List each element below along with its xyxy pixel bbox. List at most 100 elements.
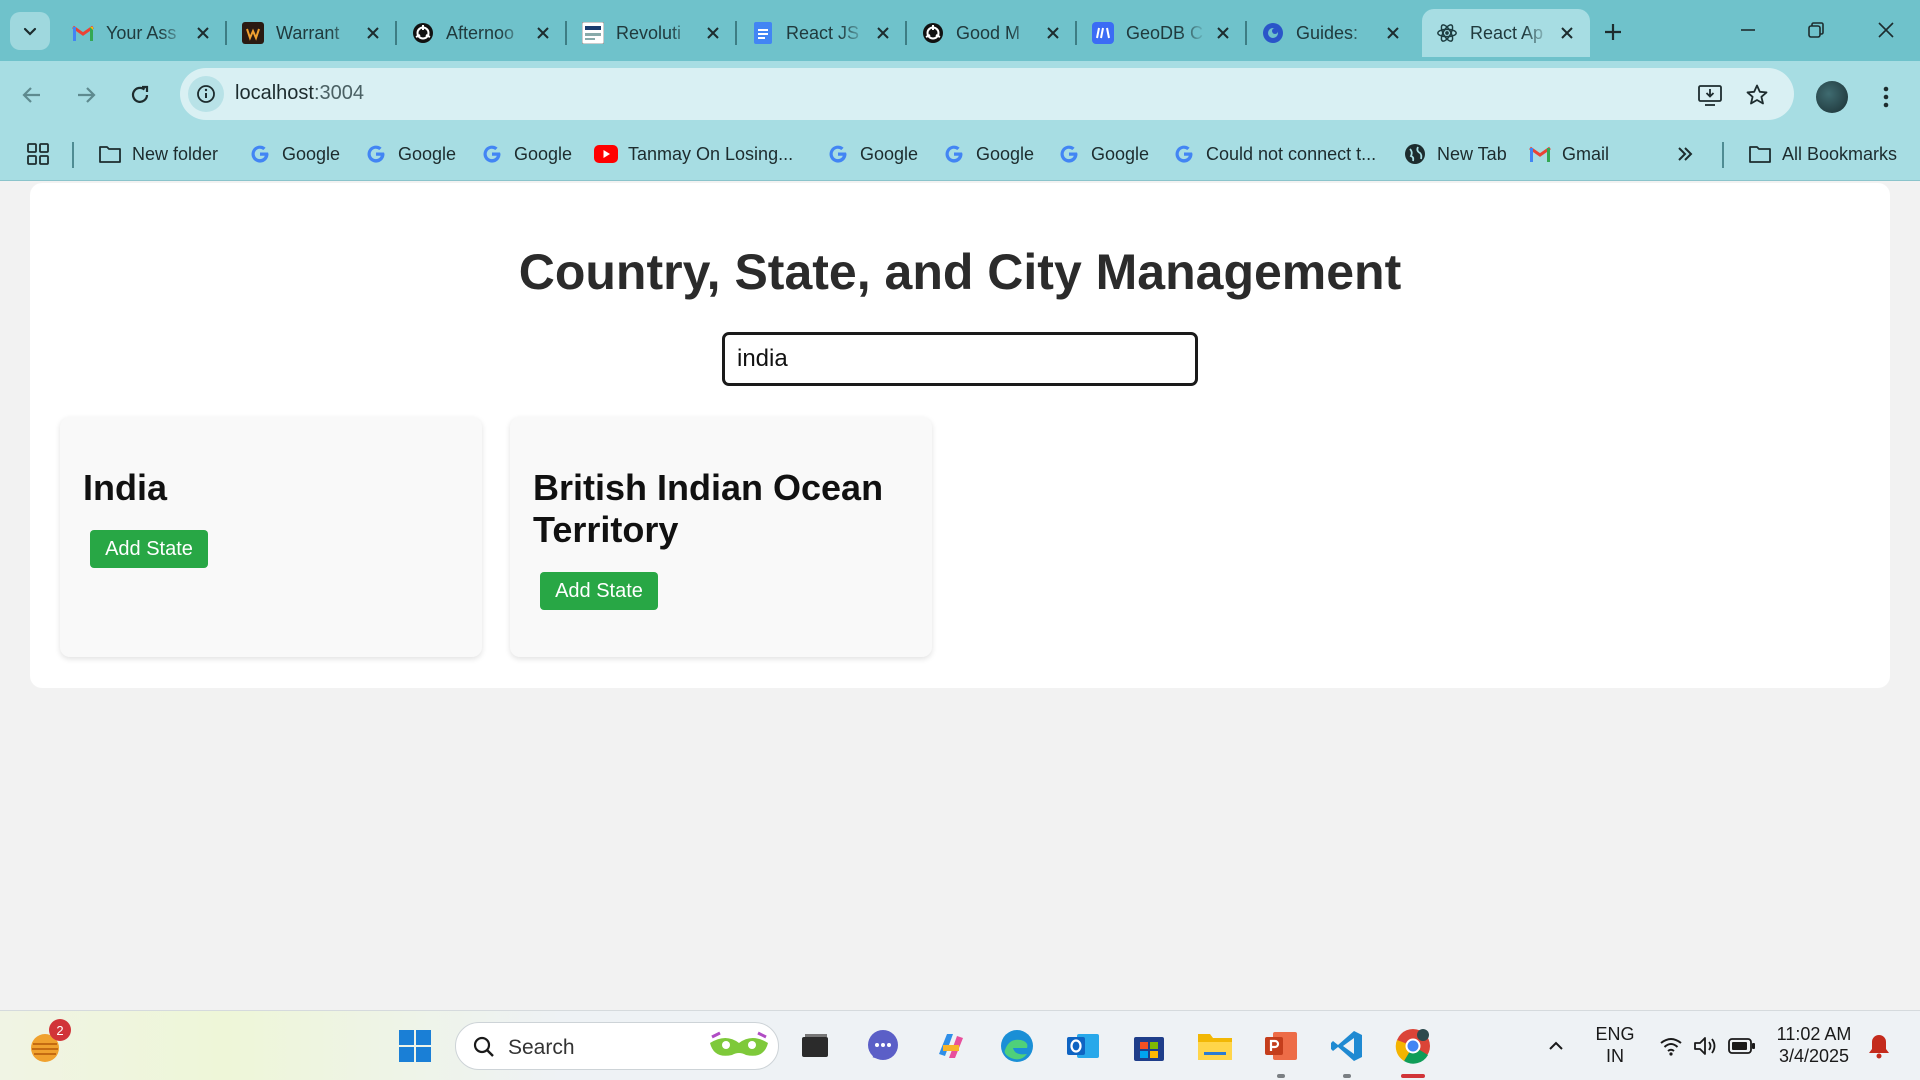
language-indicator[interactable]: ENG IN bbox=[1590, 1023, 1640, 1067]
minimize-button[interactable] bbox=[1720, 10, 1776, 50]
add-state-button[interactable]: Add State bbox=[90, 530, 208, 568]
bookmark-new-tab[interactable]: New Tab bbox=[1403, 137, 1507, 171]
start-button[interactable] bbox=[394, 1025, 436, 1067]
tab-revolution[interactable]: Revoluti bbox=[568, 9, 737, 57]
browser-menu-button[interactable] bbox=[1872, 79, 1900, 115]
google-icon bbox=[942, 142, 966, 166]
gmail-icon bbox=[1528, 142, 1552, 166]
url-text[interactable]: localhost:3004 bbox=[235, 82, 364, 105]
close-icon[interactable] bbox=[362, 22, 384, 44]
close-icon[interactable] bbox=[1212, 22, 1234, 44]
close-icon[interactable] bbox=[532, 22, 554, 44]
more-vertical-icon bbox=[1883, 86, 1889, 108]
all-bookmarks-button[interactable]: All Bookmarks bbox=[1748, 137, 1897, 171]
back-button[interactable] bbox=[14, 77, 50, 113]
apps-button[interactable] bbox=[26, 137, 50, 171]
store-button[interactable] bbox=[1128, 1025, 1170, 1067]
bookmark-google[interactable]: Google bbox=[1057, 137, 1149, 171]
show-hidden-icons-button[interactable] bbox=[1535, 1025, 1577, 1067]
forward-button[interactable] bbox=[68, 77, 104, 113]
tab-warranty[interactable]: Warrant bbox=[228, 9, 397, 57]
tab-separator bbox=[1245, 21, 1247, 45]
tab-your-ass[interactable]: Your Ass bbox=[58, 9, 227, 57]
folder-icon bbox=[1198, 1034, 1232, 1060]
bookmark-new-folder[interactable]: New folder bbox=[98, 137, 218, 171]
chrome-icon bbox=[1395, 1029, 1430, 1064]
warranty-icon bbox=[242, 22, 264, 44]
tab-good-morning[interactable]: Good M bbox=[908, 9, 1077, 57]
powerpoint-icon bbox=[1265, 1032, 1297, 1060]
reload-button[interactable] bbox=[122, 77, 158, 113]
star-icon bbox=[1746, 84, 1768, 105]
vscode-button[interactable] bbox=[1326, 1025, 1368, 1067]
add-state-button[interactable]: Add State bbox=[540, 572, 658, 610]
tab-separator bbox=[395, 21, 397, 45]
battery-button[interactable] bbox=[1721, 1025, 1763, 1067]
close-window-button[interactable] bbox=[1858, 10, 1914, 50]
tab-guides[interactable]: Guides: bbox=[1248, 9, 1416, 57]
new-tab-button[interactable] bbox=[1597, 16, 1629, 48]
restore-icon bbox=[1808, 22, 1824, 38]
chevron-down-icon bbox=[23, 27, 37, 36]
gmail-icon bbox=[72, 22, 94, 44]
bookmark-google[interactable]: Google bbox=[826, 137, 918, 171]
tab-search-button[interactable] bbox=[10, 12, 50, 50]
profile-avatar[interactable] bbox=[1816, 81, 1848, 113]
bookmarks-overflow-button[interactable] bbox=[1676, 137, 1694, 171]
close-icon[interactable] bbox=[1042, 22, 1064, 44]
file-explorer-button[interactable] bbox=[1194, 1025, 1236, 1067]
clock[interactable]: 11:02 AM 3/4/2025 bbox=[1768, 1023, 1860, 1067]
tab-react-js[interactable]: React JS bbox=[738, 9, 907, 57]
bookmark-google[interactable]: Google bbox=[480, 137, 572, 171]
url-port: :3004 bbox=[313, 82, 364, 104]
close-icon[interactable] bbox=[872, 22, 894, 44]
country-card: British Indian Ocean Territory Add State bbox=[510, 417, 932, 657]
all-bookmarks-label: All Bookmarks bbox=[1782, 143, 1898, 164]
docs-icon bbox=[752, 22, 774, 44]
task-view-icon bbox=[802, 1034, 828, 1057]
close-icon[interactable] bbox=[1556, 22, 1578, 44]
address-bar[interactable]: localhost:3004 bbox=[180, 68, 1794, 120]
close-icon[interactable] bbox=[192, 22, 214, 44]
volume-icon bbox=[1694, 1037, 1716, 1055]
taskbar-search[interactable]: Search bbox=[455, 1022, 779, 1070]
folder-icon bbox=[1748, 142, 1772, 166]
bookmark-could-not-connect[interactable]: Could not connect t... bbox=[1172, 137, 1376, 171]
chrome-button[interactable] bbox=[1392, 1025, 1434, 1067]
task-view-button[interactable] bbox=[794, 1025, 836, 1067]
country-search-input[interactable] bbox=[722, 332, 1198, 386]
tab-geodb[interactable]: GeoDB C bbox=[1078, 9, 1247, 57]
outlook-button[interactable] bbox=[1062, 1025, 1104, 1067]
chat-icon bbox=[868, 1030, 898, 1060]
bookmark-tanmay[interactable]: Tanmay On Losing... bbox=[594, 137, 793, 171]
tab-afternoon[interactable]: Afternoo bbox=[398, 9, 567, 57]
install-app-button[interactable] bbox=[1696, 81, 1724, 109]
google-icon bbox=[364, 142, 388, 166]
site-info-button[interactable] bbox=[188, 76, 224, 112]
powerpoint-button[interactable] bbox=[1260, 1025, 1302, 1067]
edge-button[interactable] bbox=[996, 1025, 1038, 1067]
bookmark-label: Google bbox=[282, 143, 341, 164]
close-icon[interactable] bbox=[702, 22, 724, 44]
bookmark-gmail[interactable]: Gmail bbox=[1528, 137, 1609, 171]
bookmark-divider bbox=[1722, 142, 1724, 168]
bookmark-google[interactable]: Google bbox=[364, 137, 456, 171]
plus-icon bbox=[1605, 24, 1621, 40]
copilot-button[interactable] bbox=[930, 1025, 972, 1067]
bookmark-google[interactable]: Google bbox=[248, 137, 340, 171]
bookmark-google[interactable]: Google bbox=[942, 137, 1034, 171]
bookmark-label: Google bbox=[398, 143, 457, 164]
notifications-button[interactable] bbox=[1858, 1025, 1900, 1067]
close-icon[interactable] bbox=[1382, 22, 1404, 44]
tab-react-app[interactable]: React Ap bbox=[1422, 9, 1590, 57]
outlook-icon bbox=[1067, 1034, 1099, 1058]
google-icon bbox=[1172, 142, 1196, 166]
double-chevron-right-icon bbox=[1678, 147, 1693, 161]
tab-title: GeoDB C bbox=[1126, 22, 1206, 44]
chevron-up-icon bbox=[1549, 1041, 1563, 1050]
bookmark-star-button[interactable] bbox=[1743, 81, 1771, 109]
volume-button[interactable] bbox=[1684, 1025, 1726, 1067]
restore-button[interactable] bbox=[1788, 10, 1844, 50]
teams-chat-button[interactable] bbox=[862, 1025, 904, 1067]
tab-title: Your Ass bbox=[106, 22, 186, 44]
